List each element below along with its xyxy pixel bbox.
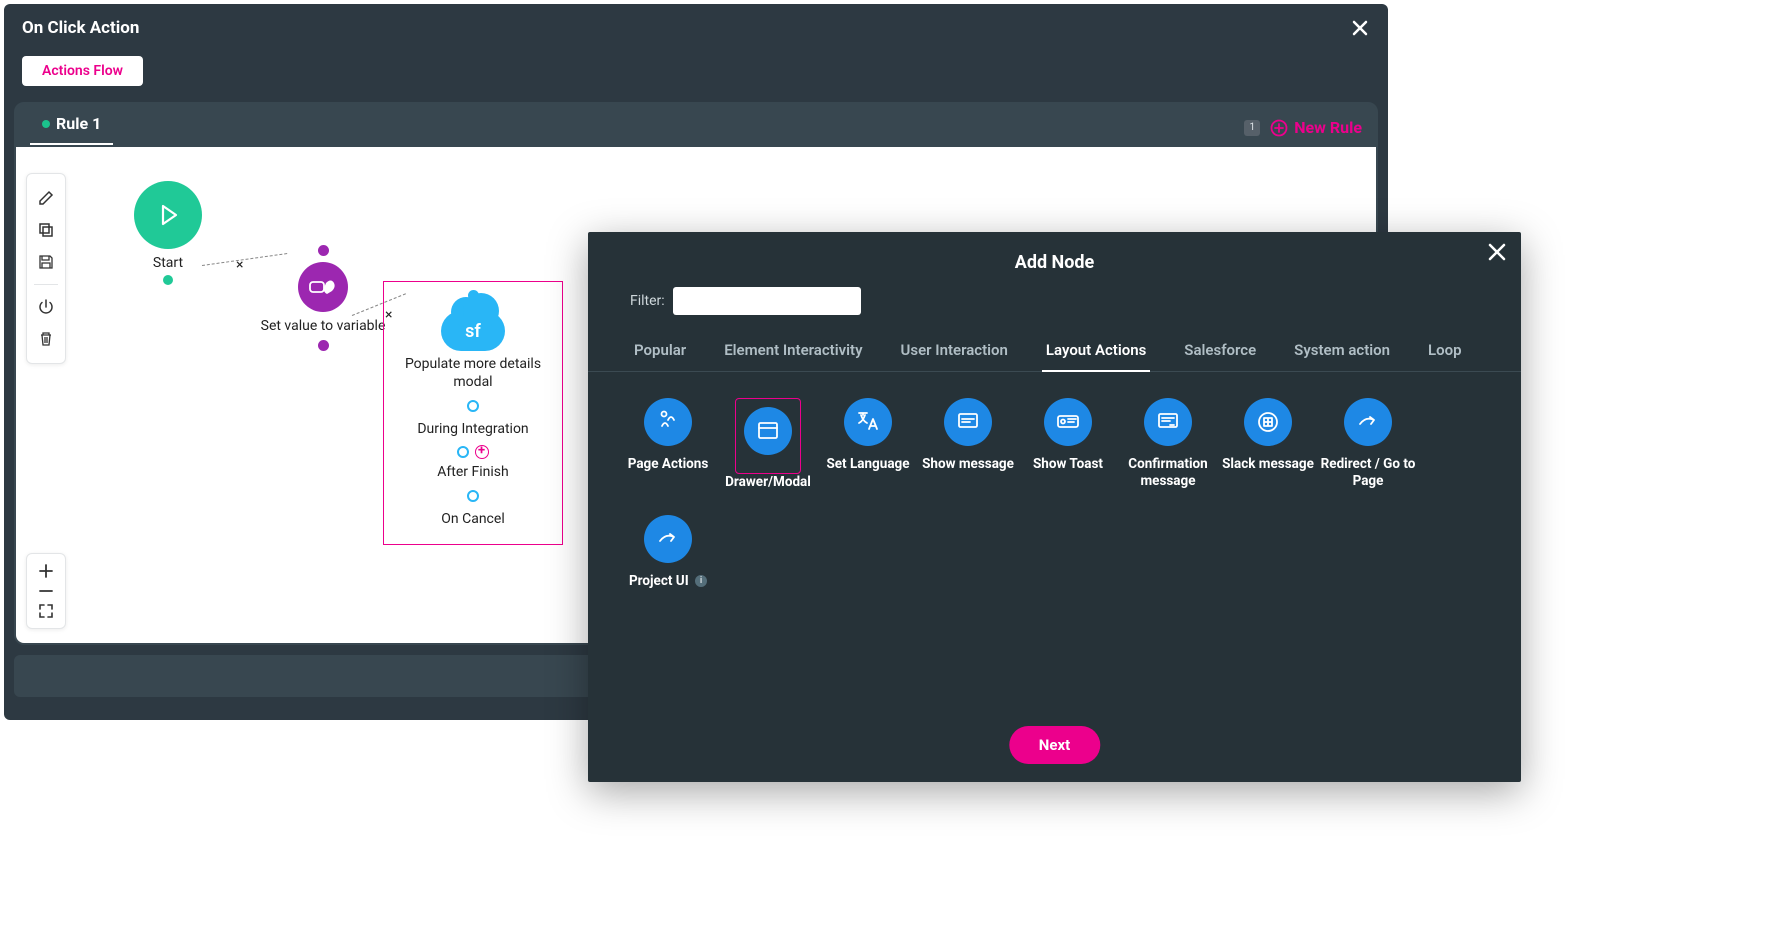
save-tool[interactable] xyxy=(32,248,60,276)
node-option-label: Page Actions xyxy=(618,456,718,473)
confirm-icon xyxy=(1154,408,1182,436)
canvas-zoom-toolbar xyxy=(26,553,66,629)
window-close-button[interactable] xyxy=(1350,18,1370,38)
new-rule-label: New Rule xyxy=(1294,118,1362,137)
node-option-set-language[interactable]: Set Language xyxy=(818,398,918,491)
node-option-label: Show message xyxy=(918,456,1018,473)
flow-node-salesforce[interactable]: sf Populate more details modal During In… xyxy=(383,281,563,545)
filter-input[interactable] xyxy=(673,287,861,315)
rule-tab[interactable]: Rule 1 xyxy=(30,110,113,145)
plus-circle-icon xyxy=(1270,119,1288,137)
panel-close-button[interactable] xyxy=(1487,242,1507,262)
canvas-toolbar xyxy=(26,173,66,364)
delete-tool[interactable] xyxy=(32,325,60,353)
copy-tool[interactable] xyxy=(32,216,60,244)
sf-during: During Integration xyxy=(392,420,554,438)
panel-tab-user-interaction[interactable]: User Interaction xyxy=(897,333,1012,371)
sf-cancel: On Cancel xyxy=(392,510,554,528)
close-icon xyxy=(1350,18,1370,38)
node-option-label: Slack message xyxy=(1218,456,1318,473)
panel-tab-layout-actions[interactable]: Layout Actions xyxy=(1042,333,1150,371)
edit-tool[interactable] xyxy=(32,184,60,212)
copy-icon xyxy=(37,221,55,239)
sf-title: Populate more details modal xyxy=(392,355,554,391)
window-title: On Click Action xyxy=(22,18,139,38)
window-header: On Click Action xyxy=(4,4,1388,52)
new-rule-button[interactable]: New Rule xyxy=(1270,118,1362,137)
rule-tab-label: Rule 1 xyxy=(56,114,101,133)
flow-node-start[interactable]: Start xyxy=(134,181,202,285)
play-icon xyxy=(154,201,182,229)
node-option-show-message[interactable]: Show message xyxy=(918,398,1018,491)
fit-button[interactable] xyxy=(37,602,55,620)
connector-port[interactable] xyxy=(467,490,479,502)
node-grid: Page ActionsDrawer/ModalSet LanguageShow… xyxy=(588,372,1521,624)
power-tool[interactable] xyxy=(32,293,60,321)
fullscreen-icon xyxy=(37,602,55,620)
close-icon xyxy=(1487,242,1507,262)
panel-tabs: Popular Element Interactivity User Interac… xyxy=(588,333,1521,372)
filter-label: Filter: xyxy=(630,293,665,309)
start-label: Start xyxy=(134,255,202,271)
slack-icon xyxy=(1254,408,1282,436)
drawer-icon xyxy=(754,417,782,445)
project-icon xyxy=(654,525,682,553)
node-option-label: Show Toast xyxy=(1018,456,1118,473)
run-icon xyxy=(654,408,682,436)
node-option-show-toast[interactable]: Show Toast xyxy=(1018,398,1118,491)
lang-icon xyxy=(854,408,882,436)
redirect-icon xyxy=(1354,408,1382,436)
info-icon: i xyxy=(695,575,707,587)
node-option-label: Drawer/Modal xyxy=(718,474,818,491)
node-option-page-actions[interactable]: Page Actions xyxy=(618,398,718,491)
node-option-redirect-go-to-page[interactable]: Redirect / Go to Page xyxy=(1318,398,1418,491)
add-branch-button[interactable] xyxy=(475,445,489,459)
hand-click-icon xyxy=(308,276,338,298)
rule-counter: 1 xyxy=(1244,120,1260,136)
add-node-panel: Add Node Filter: Popular Element Interact… xyxy=(588,232,1521,782)
minus-icon xyxy=(37,582,55,600)
power-icon xyxy=(37,298,55,316)
save-icon xyxy=(37,253,55,271)
zoom-out-button[interactable] xyxy=(37,582,55,600)
panel-title: Add Node xyxy=(588,232,1521,287)
plus-icon xyxy=(37,562,55,580)
node-option-label: Redirect / Go to Page xyxy=(1318,456,1418,490)
panel-tab-popular[interactable]: Popular xyxy=(630,333,690,371)
node-option-label: Project UI i xyxy=(618,573,718,590)
node-option-drawer-modal[interactable]: Drawer/Modal xyxy=(718,398,818,491)
panel-tab-salesforce[interactable]: Salesforce xyxy=(1180,333,1260,371)
flow-node-variable[interactable]: Set value to variable xyxy=(248,245,398,351)
next-button[interactable]: Next xyxy=(1009,726,1100,764)
rule-bar: Rule 1 1 New Rule xyxy=(14,102,1378,147)
actions-flow-pill[interactable]: Actions Flow xyxy=(22,56,143,86)
panel-tab-loop[interactable]: Loop xyxy=(1424,333,1466,371)
pencil-icon xyxy=(37,189,55,207)
node-option-project-ui[interactable]: Project UI i xyxy=(618,515,718,590)
connector-port[interactable] xyxy=(467,400,479,412)
connector-delete[interactable]: × xyxy=(236,257,243,273)
salesforce-cloud-icon: sf xyxy=(441,311,505,351)
node-option-label: Set Language xyxy=(818,456,918,473)
trash-icon xyxy=(37,330,55,348)
rule-active-dot xyxy=(42,120,50,128)
msg-icon xyxy=(954,408,982,436)
connector-port[interactable] xyxy=(318,340,329,351)
connector-port[interactable] xyxy=(163,275,173,285)
sf-after: After Finish xyxy=(392,463,554,481)
zoom-in-button[interactable] xyxy=(37,562,55,580)
node-option-label: Confirmation message xyxy=(1118,456,1218,490)
panel-tab-system-action[interactable]: System action xyxy=(1290,333,1394,371)
node-option-slack-message[interactable]: Slack message xyxy=(1218,398,1318,491)
variable-label: Set value to variable xyxy=(248,318,398,334)
connector-port[interactable] xyxy=(318,245,329,256)
connector-port[interactable] xyxy=(457,446,469,458)
panel-tab-element-interactivity[interactable]: Element Interactivity xyxy=(720,333,866,371)
toast-icon xyxy=(1054,408,1082,436)
node-option-confirmation-message[interactable]: Confirmation message xyxy=(1118,398,1218,491)
